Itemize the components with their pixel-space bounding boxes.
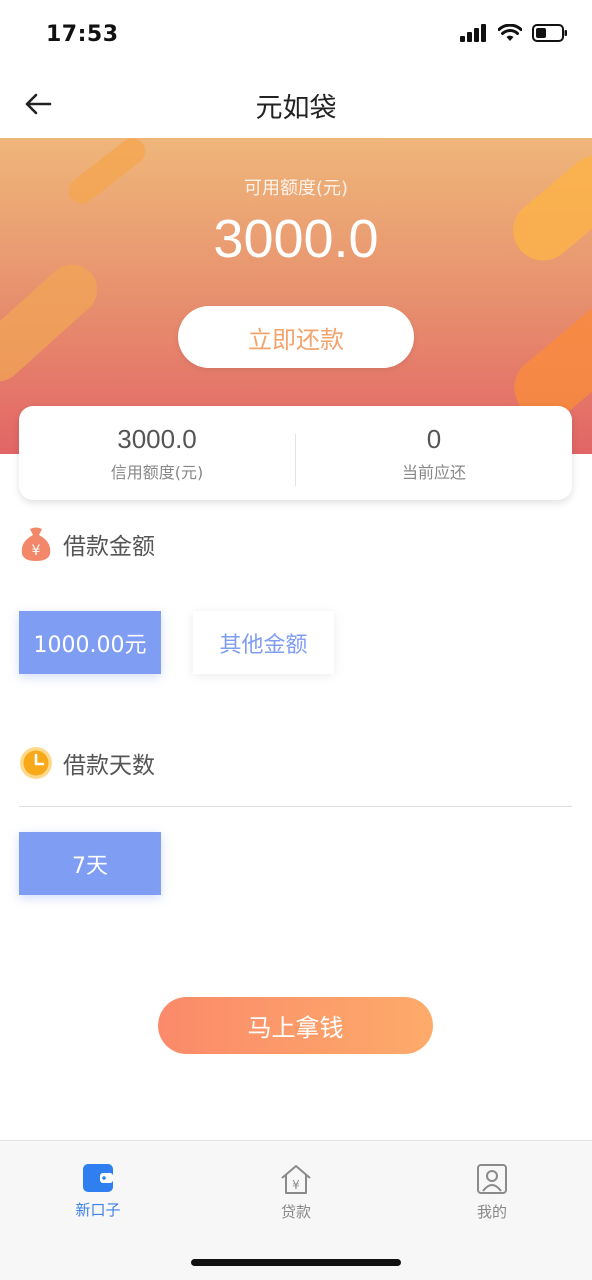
loan-days-header: 借款天数 — [19, 746, 155, 780]
tab-new[interactable]: 新口子 — [38, 1163, 158, 1220]
amount-due-value: 0 — [426, 423, 442, 454]
days-option-7[interactable]: 7天 — [19, 832, 161, 895]
nav-bar: 元如袋 — [0, 70, 592, 138]
repay-now-button[interactable]: 立即还款 — [178, 306, 414, 368]
amount-due-label: 当前应还 — [401, 462, 466, 482]
status-time: 17:53 — [46, 22, 119, 47]
loan-days-title: 借款天数 — [63, 753, 155, 779]
loan-amount-header: ¥ 借款金额 — [19, 526, 155, 562]
status-icons — [460, 24, 568, 42]
status-bar: 17:53 — [0, 0, 592, 70]
battery-icon — [532, 24, 567, 42]
credit-limit-label: 信用额度(元) — [110, 462, 204, 482]
home-indicator[interactable] — [191, 1259, 401, 1266]
user-icon — [477, 1164, 507, 1194]
tab-mine-label: 我的 — [476, 1203, 507, 1221]
svg-text:¥: ¥ — [32, 543, 41, 559]
credit-summary-card: 3000.0 信用额度(元) 0 当前应还 — [19, 406, 572, 500]
get-money-button[interactable]: 马上拿钱 — [158, 997, 433, 1054]
wifi-icon — [498, 24, 522, 41]
wallet-icon — [83, 1164, 113, 1192]
available-credit-label: 可用额度(元) — [243, 178, 349, 199]
signal-icon — [460, 24, 486, 42]
clock-icon — [20, 747, 52, 779]
amount-option-1000[interactable]: 1000.00元 — [19, 611, 161, 674]
tab-mine[interactable]: 我的 — [432, 1163, 552, 1222]
credit-limit-value: 3000.0 — [117, 423, 197, 454]
money-bag-icon: ¥ — [21, 527, 51, 561]
decor-stripe — [0, 254, 108, 392]
loan-amount-title: 借款金额 — [63, 534, 155, 560]
amount-option-other[interactable]: 其他金额 — [193, 611, 334, 674]
svg-text:¥: ¥ — [292, 1178, 300, 1192]
tab-loan-label: 贷款 — [280, 1203, 311, 1221]
section-divider — [19, 806, 572, 807]
available-credit-amount: 3000.0 — [213, 209, 379, 269]
page-title: 元如袋 — [255, 93, 337, 124]
tab-new-label: 新口子 — [75, 1201, 121, 1219]
amount-due-block: 0 当前应还 — [296, 406, 572, 500]
tab-loan[interactable]: ¥ 贷款 — [236, 1163, 356, 1222]
house-yen-icon: ¥ — [281, 1165, 311, 1194]
credit-limit-block: 3000.0 信用额度(元) — [19, 406, 295, 500]
